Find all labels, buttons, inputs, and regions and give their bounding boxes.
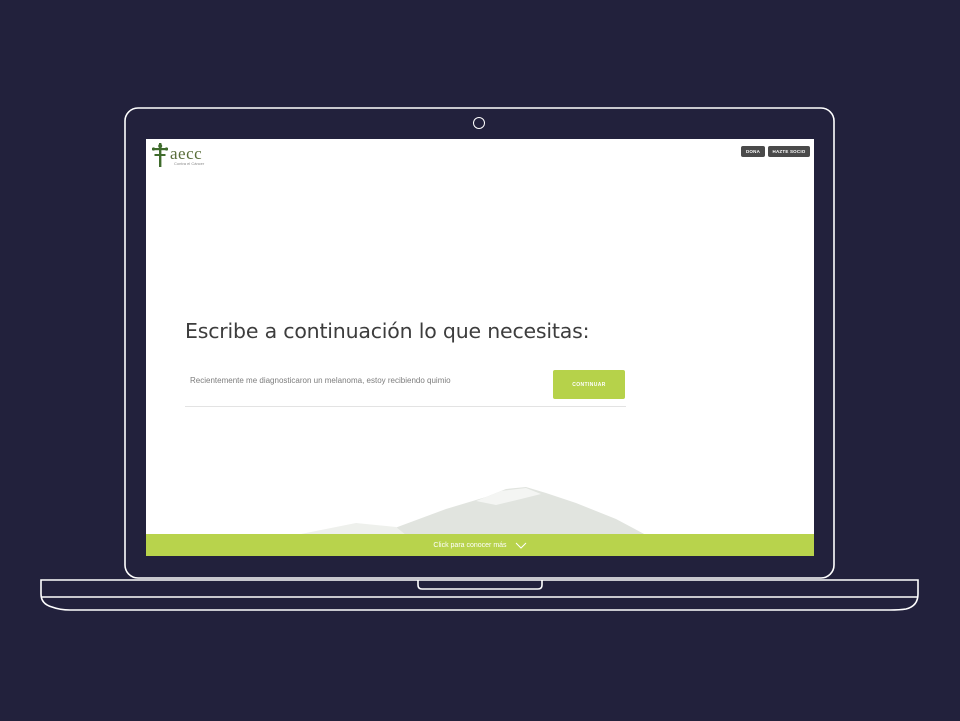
continue-button[interactable]: CONTINUAR xyxy=(553,370,625,399)
aecc-logo[interactable]: aecc Contra el Cáncer xyxy=(152,143,204,167)
browser-screen: aecc Contra el Cáncer DONA HAZTE SOCIO E… xyxy=(146,139,814,556)
query-form: CONTINUAR xyxy=(185,369,626,407)
mountain-background-image xyxy=(296,485,726,535)
chevron-down-icon xyxy=(515,542,526,549)
need-query-input[interactable] xyxy=(185,369,550,391)
cross-logo-icon xyxy=(152,143,168,167)
learn-more-bar[interactable]: Click para conocer más xyxy=(146,534,814,556)
webcam-icon xyxy=(473,117,485,129)
logo-tagline: Contra el Cáncer xyxy=(174,161,205,166)
join-member-button[interactable]: HAZTE SOCIO xyxy=(768,146,810,157)
donate-button[interactable]: DONA xyxy=(741,146,765,157)
learn-more-label: Click para conocer más xyxy=(433,541,507,549)
header-actions: DONA HAZTE SOCIO xyxy=(741,146,810,157)
page-heading: Escribe a continuación lo que necesitas: xyxy=(185,319,590,343)
logo-wordmark: aecc xyxy=(170,144,203,163)
